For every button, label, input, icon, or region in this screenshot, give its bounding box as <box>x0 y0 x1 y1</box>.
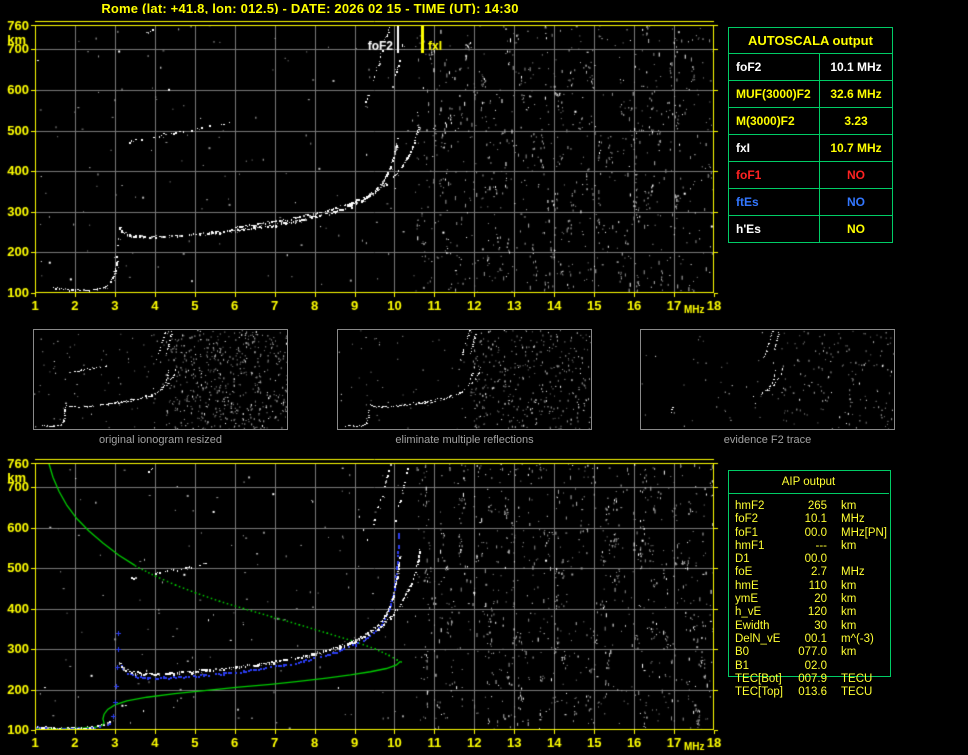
aip-parameter-label: Ewidth <box>735 619 770 632</box>
aip-parameter-label: TEC[Bot] <box>735 672 782 685</box>
aip-row: TEC[Bot] 007.9 TECU <box>728 673 891 686</box>
aip-parameter-label: B1 <box>735 659 750 672</box>
autoscala-row-foF1: foF1 NO <box>729 162 892 189</box>
autoscala-label: foF1 <box>729 162 820 188</box>
aip-row: h_vE 120 km <box>728 606 891 619</box>
autoscala-value: NO <box>847 222 865 236</box>
aip-parameter-unit: MHz <box>841 513 865 526</box>
aip-parameter-value: 2.7 <box>811 566 827 579</box>
aip-parameter-value: 30 <box>814 619 827 632</box>
thumbnail-caption-original: original ionogram resized <box>99 434 222 446</box>
aip-row: hmE 110 km <box>728 580 891 593</box>
aip-parameter-label: h_vE <box>735 606 762 619</box>
thumbnail-evidence-canvas <box>641 330 894 429</box>
aip-parameter-value: 10.1 <box>804 513 827 526</box>
autoscala-value: 3.23 <box>844 114 868 128</box>
aip-parameter-unit: km <box>841 593 857 606</box>
autoscala-value: 10.1 MHz <box>830 60 882 74</box>
autoscala-label: foF2 <box>729 54 820 80</box>
aip-parameter-value: 20 <box>814 593 827 606</box>
thumbnail-eliminate-canvas <box>338 330 591 429</box>
aip-parameter-label: foF2 <box>735 513 759 526</box>
aip-parameter-label: DelN_vE <box>735 632 781 645</box>
autoscala-label: M(3000)F2 <box>729 108 820 134</box>
thumbnail-evidence-f2 <box>640 329 895 430</box>
aip-parameter-label: foE <box>735 566 753 579</box>
aip-row: DelN_vE 00.1 m^(-3) <box>728 633 891 646</box>
autoscala-label: ftEs <box>729 189 820 215</box>
aip-parameter-value: 00.0 <box>804 526 827 539</box>
autoscala-value: NO <box>847 195 865 209</box>
aip-row: ymE 20 km <box>728 593 891 606</box>
aip-parameter-unit: km <box>841 646 857 659</box>
autoscala-value: 10.7 MHz <box>830 141 882 155</box>
aip-row: hmF1 --- km <box>728 540 891 553</box>
autoscala-row-hEs: h'Es NO <box>729 216 892 242</box>
autoscala-row-foF2: foF2 10.1 MHz <box>729 54 892 81</box>
aip-row: foF2 10.1 MHz <box>728 513 891 526</box>
thumbnail-original-canvas <box>34 330 287 429</box>
aip-parameter-note: [PN] <box>864 526 887 539</box>
aip-parameter-unit: km <box>841 619 857 632</box>
aip-parameter-value: --- <box>815 539 828 552</box>
aip-parameter-unit: TECU <box>841 672 873 685</box>
aip-parameter-value: 00.0 <box>804 553 827 566</box>
autoscala-row-MUF3000F2: MUF(3000)F2 32.6 MHz <box>729 81 892 108</box>
aip-parameter-label: hmE <box>735 579 759 592</box>
thumbnail-original-ionogram <box>33 329 288 430</box>
autoscala-panel-title: AUTOSCALA output <box>729 28 892 54</box>
aip-parameter-unit: km <box>841 539 857 552</box>
aip-parameter-unit: MHz <box>841 566 865 579</box>
autoscala-label: h'Es <box>729 216 820 242</box>
aip-row: foF1 00.0 MHz [PN] <box>728 527 891 540</box>
thumbnail-caption-eliminate: eliminate multiple reflections <box>395 434 534 446</box>
aip-parameter-label: B0 <box>735 646 750 659</box>
aip-parameter-value: 02.0 <box>804 659 827 672</box>
aip-parameter-unit: km <box>841 500 857 512</box>
aip-panel-title: AIP output <box>728 470 889 494</box>
aip-rows: hmF2 265 km foF2 10.1 MHz foF1 00.0 MHz [PN] h… <box>728 494 891 699</box>
autoscala-label: fxI <box>729 135 820 161</box>
thumbnail-caption-evidence: evidence F2 trace <box>723 434 812 446</box>
aip-row: D1 00.0 <box>728 553 891 566</box>
aip-parameter-value: 00.1 <box>804 632 827 645</box>
autoscala-output-panel: AUTOSCALA output foF2 10.1 MHz MUF(3000)… <box>728 27 893 243</box>
aip-row: Ewidth 30 km <box>728 620 891 633</box>
autoscala-value: NO <box>847 168 865 182</box>
aip-row: B0 077.0 km <box>728 646 891 659</box>
aip-parameter-label: ymE <box>735 593 758 606</box>
aip-parameter-value: 077.0 <box>798 646 827 659</box>
aip-parameter-value: 265 <box>807 500 827 512</box>
aip-parameter-label: hmF1 <box>735 539 765 552</box>
aip-parameter-unit: m^(-3) <box>841 632 874 645</box>
autoscala-value: 32.6 MHz <box>830 87 882 101</box>
aip-parameter-label: D1 <box>735 553 750 566</box>
autoscala-row-M3000F2: M(3000)F2 3.23 <box>729 108 892 135</box>
autoscala-screen: Rome (lat: +41.8, lon: 012.5) - DATE: 20… <box>0 0 968 755</box>
aip-output-panel: AIP output hmF2 265 km foF2 10.1 MHz foF1 00.… <box>728 470 891 699</box>
aip-parameter-unit: km <box>841 606 857 619</box>
aip-parameter-value: 007.9 <box>798 672 827 685</box>
aip-parameter-unit: MHz <box>841 526 865 539</box>
thumbnail-eliminate-reflections <box>337 329 592 430</box>
aip-parameter-unit: km <box>841 579 857 592</box>
aip-row: B1 02.0 <box>728 660 891 673</box>
aip-parameter-value: 013.6 <box>798 686 827 699</box>
bottom-ionogram-plot <box>0 452 724 755</box>
aip-row: TEC[Top] 013.6 TECU <box>728 686 891 699</box>
aip-row: hmF2 265 km <box>728 500 891 513</box>
aip-parameter-value: 110 <box>808 579 827 592</box>
aip-row: foE 2.7 MHz <box>728 566 891 579</box>
aip-parameter-label: foF1 <box>735 526 759 539</box>
autoscala-label: MUF(3000)F2 <box>729 81 820 107</box>
aip-parameter-label: hmF2 <box>735 500 765 512</box>
aip-parameter-value: 120 <box>807 606 827 619</box>
aip-parameter-unit: TECU <box>841 686 873 699</box>
aip-parameter-label: TEC[Top] <box>735 686 783 699</box>
top-ionogram-plot <box>0 14 724 318</box>
autoscala-row-ftEs: ftEs NO <box>729 189 892 216</box>
autoscala-row-fxI: fxI 10.7 MHz <box>729 135 892 162</box>
